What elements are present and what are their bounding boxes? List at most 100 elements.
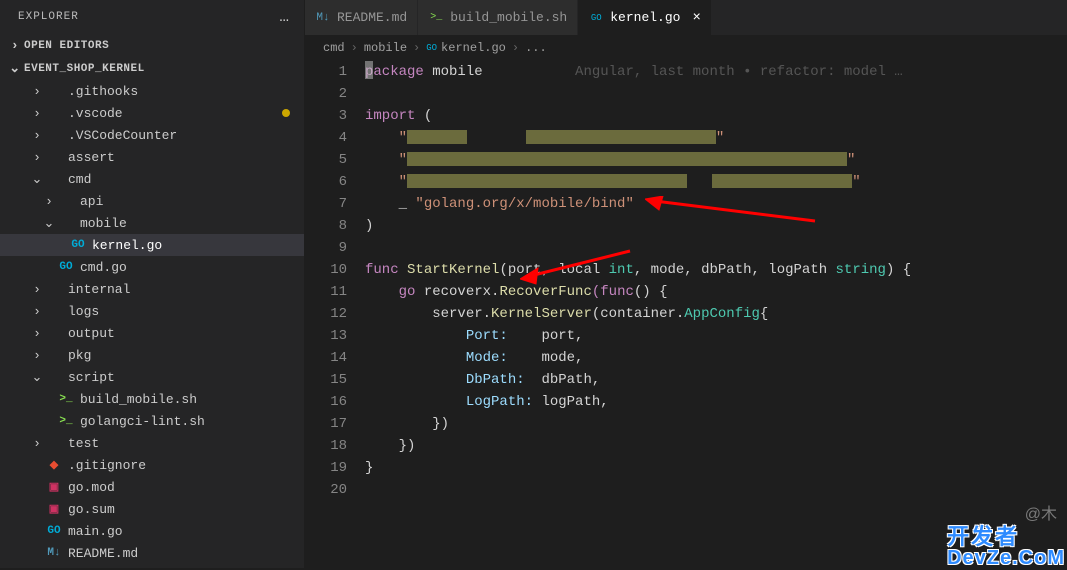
chevron-icon: ⌄ — [30, 370, 44, 385]
folder-icon — [46, 325, 62, 341]
mod-icon: ▣ — [46, 501, 62, 517]
tree-item-test[interactable]: › test — [0, 432, 304, 454]
go-icon: GO — [70, 237, 86, 253]
tree-item-label: go.mod — [68, 480, 115, 495]
tree-item-label: cmd — [68, 172, 91, 187]
tree-item-label: mobile — [80, 216, 127, 231]
tree-item-label: internal — [68, 282, 130, 297]
chevron-icon: › — [30, 106, 44, 121]
folder-icon — [46, 105, 62, 121]
sh-icon: >_ — [58, 391, 74, 407]
tree-item-go-sum[interactable]: ▣ go.sum — [0, 498, 304, 520]
line-number: 10 — [305, 259, 347, 281]
tree-item-golangci-lint-sh[interactable]: >_golangci-lint.sh — [0, 410, 304, 432]
go-icon: GO — [58, 259, 74, 275]
tree-item-pkg[interactable]: ›pkg — [0, 344, 304, 366]
tab-kernel-go[interactable]: GO kernel.go × — [578, 0, 712, 35]
tab-build_mobile-sh[interactable]: >_ build_mobile.sh — [418, 0, 578, 35]
sidebar-title: EXPLORER — [18, 11, 79, 23]
tree-item-logs[interactable]: ›logs — [0, 300, 304, 322]
watermark-text: @木 — [1025, 500, 1057, 524]
line-number: 19 — [305, 457, 347, 479]
modified-indicator — [282, 109, 290, 117]
tab-README-md[interactable]: M↓README.md — [305, 0, 418, 35]
tree-item-label: test — [68, 436, 99, 451]
tree-item-cmd[interactable]: ⌄ cmd — [0, 168, 304, 190]
folder-icon — [46, 127, 62, 143]
sh-icon: >_ — [428, 12, 444, 23]
watermark-logo: 开发者 DevZe.CoM — [945, 524, 1067, 570]
folder-icon — [46, 303, 62, 319]
tree-item-api[interactable]: ›api — [0, 190, 304, 212]
chevron-icon: ⌄ — [30, 172, 44, 187]
line-number: 8 — [305, 215, 347, 237]
tree-item-assert[interactable]: › assert — [0, 146, 304, 168]
go-icon: GO — [588, 13, 604, 23]
tab-label: kernel.go — [610, 10, 680, 25]
folder-icon — [46, 83, 62, 99]
folder-icon — [46, 347, 62, 363]
go-icon: GO — [426, 43, 437, 53]
project-section[interactable]: ⌄ EVENT_SHOP_KERNEL — [0, 57, 304, 80]
line-number: 15 — [305, 369, 347, 391]
tree-item-label: output — [68, 326, 115, 341]
line-number: 2 — [305, 83, 347, 105]
tree-item-output[interactable]: › output — [0, 322, 304, 344]
tree-item-kernel-go[interactable]: GO kernel.go — [0, 234, 304, 256]
line-number: 6 — [305, 171, 347, 193]
tree-item--vscode[interactable]: › .vscode — [0, 102, 304, 124]
code-editor[interactable]: 1234567891011121314151617181920 package … — [305, 61, 1067, 568]
folder-icon — [46, 149, 62, 165]
tab-label: build_mobile.sh — [450, 10, 567, 25]
folder-icon — [58, 215, 74, 231]
tree-item-script[interactable]: ⌄script — [0, 366, 304, 388]
chevron-down-icon: ⌄ — [8, 61, 22, 76]
chevron-icon: › — [42, 194, 56, 209]
tree-item-internal[interactable]: › internal — [0, 278, 304, 300]
tree-item-mobile[interactable]: ⌄ mobile — [0, 212, 304, 234]
line-number: 14 — [305, 347, 347, 369]
tree-item-label: go.sum — [68, 502, 115, 517]
close-icon[interactable]: × — [692, 10, 700, 26]
chevron-icon: › — [30, 150, 44, 165]
breadcrumb[interactable]: cmd› mobile› GO kernel.go› ... — [305, 35, 1067, 61]
folder-icon — [46, 171, 62, 187]
tree-item-label: golangci-lint.sh — [80, 414, 205, 429]
tree-item-label: .VSCodeCounter — [68, 128, 177, 143]
more-icon[interactable]: … — [279, 8, 290, 26]
tree-item-README-md[interactable]: M↓README.md — [0, 542, 304, 564]
chevron-icon: › — [30, 282, 44, 297]
line-number: 3 — [305, 105, 347, 127]
code-content[interactable]: package mobile Angular, last month • ref… — [365, 61, 1067, 568]
explorer-sidebar: EXPLORER … › OPEN EDITORS ⌄ EVENT_SHOP_K… — [0, 0, 305, 568]
git-icon: ◆ — [46, 457, 62, 473]
tree-item-cmd-go[interactable]: GO cmd.go — [0, 256, 304, 278]
chevron-icon: › — [30, 326, 44, 341]
line-number: 11 — [305, 281, 347, 303]
folder-icon — [46, 435, 62, 451]
line-number: 20 — [305, 479, 347, 501]
line-number: 12 — [305, 303, 347, 325]
tree-item--VSCodeCounter[interactable]: ›.VSCodeCounter — [0, 124, 304, 146]
tree-item-label: kernel.go — [92, 238, 162, 253]
tree-item-label: main.go — [68, 524, 123, 539]
tree-item-label: cmd.go — [80, 260, 127, 275]
chevron-right-icon: › — [8, 38, 22, 53]
folder-icon — [46, 281, 62, 297]
md-icon: M↓ — [46, 545, 62, 561]
tree-item-go-mod[interactable]: ▣go.mod — [0, 476, 304, 498]
tree-item-label: assert — [68, 150, 115, 165]
open-editors-section[interactable]: › OPEN EDITORS — [0, 34, 304, 57]
line-number: 16 — [305, 391, 347, 413]
tree-item--githooks[interactable]: ›.githooks — [0, 80, 304, 102]
chevron-icon: ⌄ — [42, 216, 56, 231]
tree-item-build_mobile-sh[interactable]: >_build_mobile.sh — [0, 388, 304, 410]
tree-item-main-go[interactable]: GOmain.go — [0, 520, 304, 542]
tab-label: README.md — [337, 10, 407, 25]
tree-item--gitignore[interactable]: ◆ .gitignore — [0, 454, 304, 476]
line-number: 9 — [305, 237, 347, 259]
tree-item-label: .gitignore — [68, 458, 146, 473]
chevron-icon: › — [30, 436, 44, 451]
tree-item-label: .vscode — [68, 106, 123, 121]
chevron-icon: › — [30, 304, 44, 319]
